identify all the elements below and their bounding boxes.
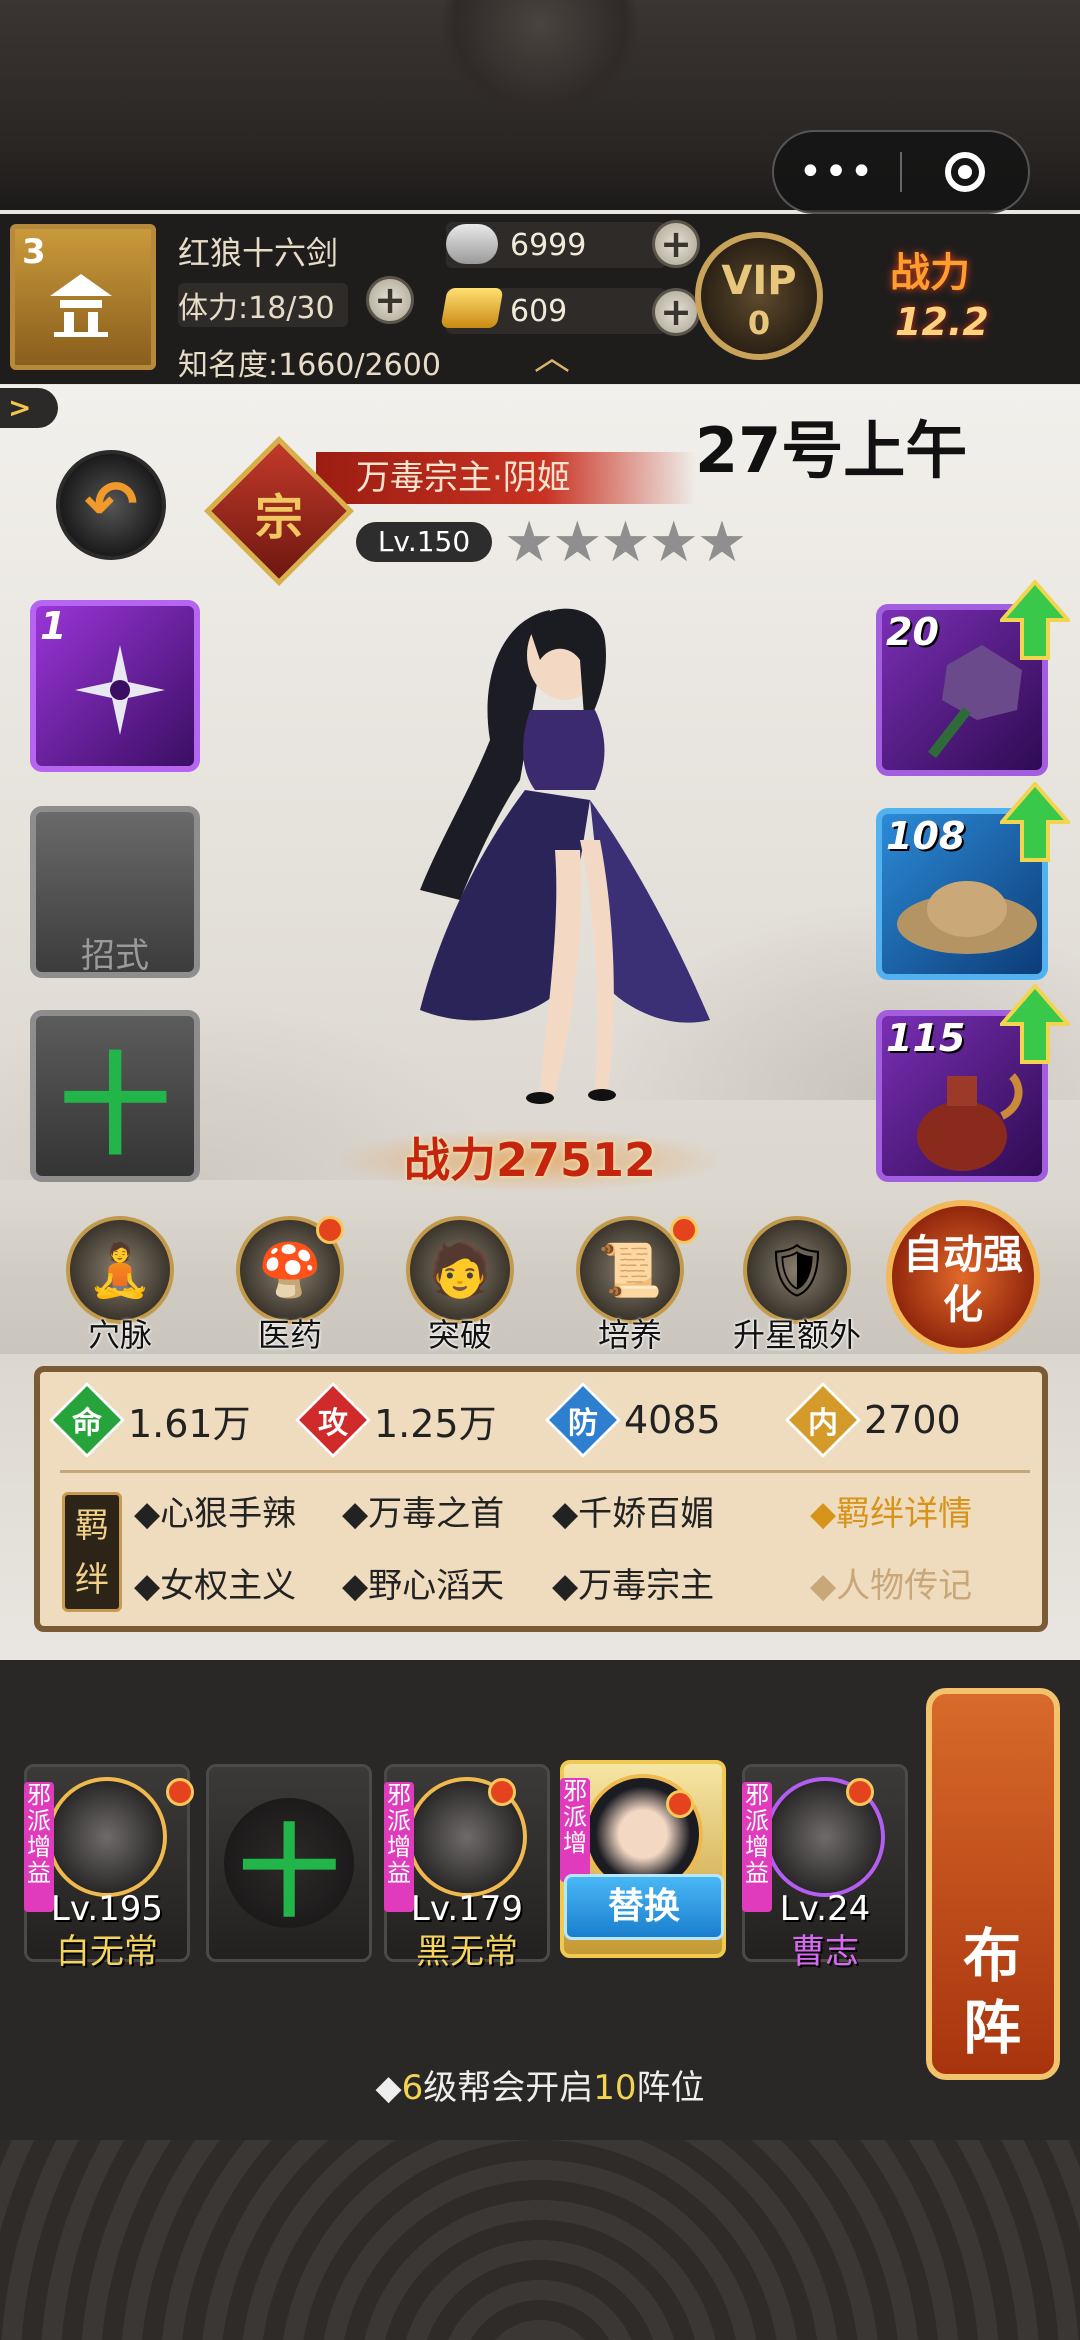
- side-menu-arrow-icon[interactable]: >: [0, 388, 58, 428]
- stats-divider: [60, 1470, 1030, 1473]
- stat-value: 1.61万: [128, 1401, 251, 1446]
- bottom-decoration: [0, 2140, 1080, 2340]
- stat-value: 2700: [864, 1398, 961, 1442]
- add-silver-button[interactable]: +: [652, 220, 700, 268]
- stat-value: 4085: [624, 1398, 721, 1442]
- hero-name: 白无常: [56, 1932, 158, 1972]
- faction-tag: 邪派增: [560, 1778, 590, 1882]
- hero-name-banner: 万毒宗主·阴姬: [316, 452, 696, 504]
- bond-item: ◆心狠手辣: [134, 1494, 297, 1534]
- stat-inner: 内 2700: [784, 1381, 961, 1459]
- cultivate-label: 培养: [597, 1316, 662, 1354]
- star-up-extra-button[interactable]: 🛡 升星额外: [722, 1216, 872, 1366]
- stat-badge: 攻: [294, 1381, 372, 1459]
- skill-count: 1: [40, 604, 67, 648]
- plus-icon: 十: [60, 1042, 170, 1170]
- stat-value: 1.25万: [374, 1401, 497, 1446]
- notification-dot: [166, 1778, 194, 1806]
- wine-pot-icon: [917, 1073, 1023, 1171]
- mini-program-capsule: •••: [772, 130, 1030, 214]
- player-level: 3: [22, 232, 46, 272]
- equipment-level: 108: [886, 814, 966, 858]
- notification-dot: [670, 1216, 698, 1244]
- shuriken-icon: [75, 645, 165, 735]
- bond-item: ◆女权主义: [134, 1566, 297, 1606]
- faction-tag: 邪派增益: [384, 1782, 414, 1912]
- equipment-level: 115: [886, 1016, 966, 1060]
- star-rating: ★★★★★: [504, 510, 747, 575]
- bond-item: ◆万毒之首: [342, 1494, 505, 1534]
- notification-dot: [846, 1778, 874, 1806]
- meridian-label: 穴脉: [87, 1316, 152, 1354]
- hero-name: 黑无常: [416, 1932, 518, 1972]
- hero-character-art: [420, 608, 710, 1104]
- stamina-text: 体力:18/30: [178, 283, 348, 327]
- roof-ornament: [440, 0, 640, 120]
- stat-hp: 命 1.61万: [48, 1381, 251, 1459]
- empty-lineup-slot[interactable]: 十: [206, 1764, 372, 1962]
- meridian-button[interactable]: 🧘 穴脉: [50, 1216, 190, 1366]
- stat-badge: 命: [48, 1381, 126, 1459]
- return-arrow-icon: ↶: [84, 468, 138, 542]
- back-button[interactable]: ↶: [56, 450, 166, 560]
- straw-hat-icon: [897, 881, 1037, 954]
- power-value: 12.2: [895, 300, 989, 344]
- breakthrough-icon: 🧑: [406, 1216, 514, 1324]
- hero-portrait: [47, 1777, 167, 1897]
- notification-dot: [316, 1216, 344, 1244]
- chevron-up-icon[interactable]: ︿: [524, 340, 580, 376]
- hero-power: 战力27512: [330, 1128, 730, 1192]
- faction-tag: 邪派增益: [24, 1782, 54, 1912]
- scroll-icon: 📜: [576, 1216, 684, 1324]
- gold-bar-icon: [440, 288, 504, 328]
- bond-item: ◆千娇百媚: [552, 1494, 715, 1534]
- auto-enhance-button[interactable]: 自动强化: [886, 1200, 1040, 1354]
- add-stamina-button[interactable]: +: [366, 276, 414, 324]
- stat-badge: 内: [784, 1381, 862, 1459]
- add-gold-button[interactable]: +: [652, 288, 700, 336]
- formation-label: 布阵: [962, 1922, 1021, 2062]
- hero-level: Lv.150: [356, 522, 492, 562]
- medicine-label: 医药: [257, 1316, 322, 1354]
- faction-tag: 邪派增益: [742, 1782, 772, 1912]
- breakthrough-button[interactable]: 🧑 突破: [390, 1216, 530, 1366]
- star-up-icon: 🛡: [743, 1216, 851, 1324]
- vip-level: 0: [747, 304, 771, 342]
- biography-link[interactable]: ◆人物传记: [810, 1558, 972, 1607]
- overlay-date-label: 27号上午: [695, 414, 968, 487]
- meridian-icon: 🧘: [66, 1216, 174, 1324]
- close-button[interactable]: [902, 132, 1028, 212]
- upgrade-arrow-icon: [1000, 782, 1070, 862]
- move-label: 招式: [81, 936, 149, 976]
- vip-label: VIP: [721, 258, 797, 304]
- hero-name: 曹志: [791, 1932, 859, 1972]
- pagoda-icon: [50, 274, 112, 337]
- target-icon: [944, 152, 985, 192]
- notification-dot: [488, 1778, 516, 1806]
- rank-text: 宗: [254, 490, 303, 546]
- bond-item: ◆万毒宗主: [552, 1566, 715, 1606]
- fame-text: 知名度:1660/2600: [178, 348, 441, 383]
- unlock-tip: ◆6级帮会开启10阵位: [375, 2068, 705, 2108]
- breakthrough-label: 突破: [427, 1316, 492, 1354]
- silver-ingot-icon: [446, 224, 498, 264]
- stat-badge: 防: [544, 1381, 622, 1459]
- star-up-label: 升星额外: [732, 1316, 861, 1354]
- more-button[interactable]: •••: [774, 132, 900, 212]
- notification-dot: [666, 1790, 694, 1818]
- power-label: 战力: [890, 250, 970, 296]
- stat-attack: 攻 1.25万: [294, 1381, 497, 1459]
- bond-detail-link[interactable]: ◆羁绊详情: [810, 1486, 972, 1535]
- upgrade-arrow-icon: [1000, 984, 1070, 1064]
- vip-badge[interactable]: VIP 0: [695, 232, 823, 360]
- stat-defense: 防 4085: [544, 1381, 721, 1459]
- add-slot-button[interactable]: 十: [30, 1010, 200, 1182]
- plus-icon: 十: [224, 1798, 354, 1931]
- bond-item: ◆野心滔天: [342, 1566, 505, 1606]
- more-dots-icon: •••: [798, 149, 876, 195]
- bond-tag: 羁绊: [62, 1492, 122, 1612]
- swap-button[interactable]: 替换: [564, 1874, 724, 1940]
- upgrade-arrow-icon: [1000, 580, 1070, 660]
- player-name: 红狼十六剑: [178, 234, 339, 272]
